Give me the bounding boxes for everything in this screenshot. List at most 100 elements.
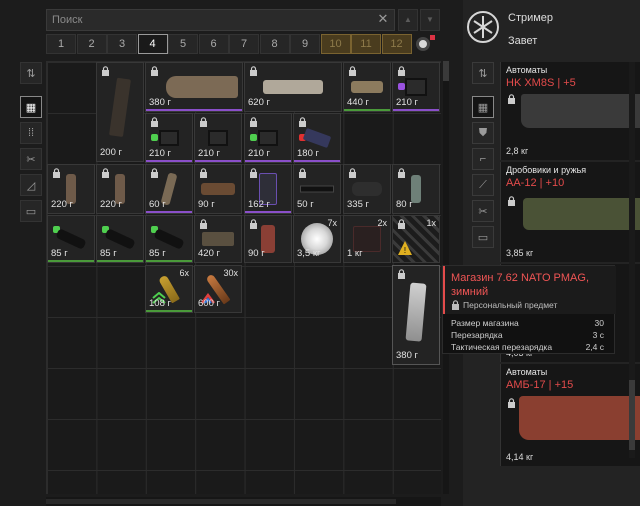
stash-item[interactable]: 420 г [194, 215, 242, 263]
tooltip-personal-label: Персональный предмет [463, 300, 558, 310]
rarity-bar [393, 109, 439, 111]
page-tab[interactable]: 2 [76, 34, 107, 54]
lock-icon [398, 66, 405, 76]
rifle-icon[interactable]: ⌐ [472, 148, 494, 170]
search-field[interactable] [46, 9, 395, 31]
tooltip-accent-bar [443, 266, 445, 314]
stash-item-selected[interactable]: 380 г [392, 265, 440, 365]
page-toggle-icon[interactable] [416, 37, 430, 51]
stash-item[interactable]: 220 г [47, 164, 95, 214]
ruler-icon[interactable]: ◿ [20, 174, 42, 196]
trader-name: Стример [508, 12, 554, 24]
lock-icon [398, 269, 405, 279]
stock-image [165, 76, 238, 98]
stash-item[interactable]: 200 г [96, 62, 144, 162]
page-tab-locked[interactable]: 10 [320, 34, 351, 54]
stash-item[interactable]: 90 г [244, 215, 292, 263]
flashlight-image [55, 228, 87, 250]
muzzle-image [202, 232, 234, 246]
page-tab[interactable]: 1 [46, 34, 76, 54]
knife-icon[interactable]: ⟋ [472, 174, 494, 196]
mod-tag-icon [151, 134, 158, 141]
trader-item-card[interactable]: Дробовики и ружья AA-12 | +10 3,85 кг [500, 162, 640, 262]
grid-view-icon[interactable]: ▦ [20, 96, 42, 118]
lock-icon [250, 66, 257, 76]
stash-item[interactable]: 7x 3,5 кг [293, 215, 341, 263]
page-tab[interactable]: 5 [168, 34, 198, 54]
stash-item[interactable]: 80 г [392, 164, 440, 214]
item-weight: 440 г [347, 97, 369, 108]
stash-item[interactable]: 210 г [244, 113, 292, 163]
ammo-icon[interactable]: ⁞⁞ [20, 122, 42, 144]
stash-item[interactable]: 220 г [96, 164, 144, 214]
tooltip-stat-row: Перезарядка 3 с [451, 330, 604, 340]
trader-item-card[interactable]: Автоматы АМБ-17 | +15 4,14 кг [500, 364, 640, 466]
page-tab-locked[interactable]: 12 [381, 34, 412, 54]
chest-icon[interactable]: ▭ [472, 226, 494, 248]
stash-item[interactable]: 85 г [96, 215, 144, 263]
stash-item[interactable]: 85 г [145, 215, 193, 263]
stash-item[interactable]: 6x 108 г [145, 265, 193, 313]
item-weight: 220 г [51, 199, 73, 210]
lock-icon [398, 168, 405, 178]
search-clear-icon[interactable]: ✕ [376, 12, 390, 26]
stash-item[interactable]: 50 г [293, 164, 341, 214]
trader-scroll-thumb[interactable] [629, 380, 635, 450]
stash-item[interactable]: 210 г [145, 113, 193, 163]
stash-item[interactable]: 380 г [145, 62, 243, 112]
item-weight: 200 г [100, 147, 122, 158]
mod-tag-icon [398, 83, 405, 90]
stash-item[interactable]: 335 г [343, 164, 391, 214]
stash-item[interactable]: 440 г [343, 62, 391, 112]
stash-scroll-thumb[interactable] [443, 61, 449, 81]
search-input[interactable] [47, 10, 394, 30]
page-tab[interactable]: 9 [290, 34, 320, 54]
item-weight: 50 г [297, 199, 314, 210]
stash-item[interactable]: 162 г [244, 164, 292, 214]
mod-tag-icon [250, 134, 257, 141]
tooltip-stat-row: Тактическая перезарядка 2,4 с [451, 342, 604, 352]
lock-icon [349, 168, 356, 178]
stash-item[interactable]: 620 г [244, 62, 342, 112]
stash-item[interactable]: 210 г [194, 113, 242, 163]
item-weight: 210 г [149, 148, 171, 159]
stash-item[interactable]: 2x 1 кг [343, 215, 391, 263]
page-tab[interactable]: 8 [259, 34, 290, 54]
page-tab-active[interactable]: 4 [137, 34, 168, 54]
sort-up-icon[interactable]: ▲ [398, 9, 418, 31]
item-weight: 60 г [149, 199, 166, 210]
item-weight: 90 г [198, 199, 215, 210]
item-weight: 162 г [248, 199, 270, 210]
item-name: АМБ-17 | +15 [506, 379, 574, 391]
page-tab[interactable]: 3 [107, 34, 137, 54]
wrench-icon[interactable]: ✂ [20, 148, 42, 170]
page-tab-locked[interactable]: 11 [351, 34, 381, 54]
stash-item[interactable]: 30x 600 г [194, 265, 242, 313]
stash-item[interactable]: 210 г [392, 62, 440, 112]
sort-filter-icon[interactable]: ⇅ [472, 62, 494, 84]
item-category: Автоматы [506, 65, 548, 75]
horizontal-scroll-thumb[interactable] [46, 499, 396, 504]
item-weight: 220 г [100, 199, 122, 210]
svg-text:!: ! [403, 246, 406, 255]
stash-item[interactable]: 60 г [145, 164, 193, 214]
item-category: Дробовики и ружья [506, 165, 587, 175]
stash-item[interactable]: 90 г [194, 164, 242, 214]
sort-filter-icon[interactable]: ⇅ [20, 62, 42, 84]
grid-view-icon[interactable]: ▦ [472, 96, 494, 118]
lock-icon [250, 168, 257, 178]
sort-down-icon[interactable]: ▼ [420, 9, 440, 31]
stash-item[interactable]: 85 г [47, 215, 95, 263]
rarity-bar [344, 109, 390, 111]
page-tab[interactable]: 6 [198, 34, 229, 54]
rarity-bar [245, 160, 291, 162]
item-weight: 600 г [198, 298, 220, 309]
wrench-icon[interactable]: ✂ [472, 200, 494, 222]
trader-item-card[interactable]: Автоматы HK XM8S | +5 2,8 кг [500, 62, 640, 160]
page-tab[interactable]: 7 [229, 34, 259, 54]
stash-item[interactable]: 1x ! [392, 215, 440, 263]
armor-icon[interactable]: ⛊ [472, 122, 494, 144]
lock-icon [250, 117, 257, 127]
stash-item[interactable]: 180 г [293, 113, 341, 163]
chest-icon[interactable]: ▭ [20, 200, 42, 222]
